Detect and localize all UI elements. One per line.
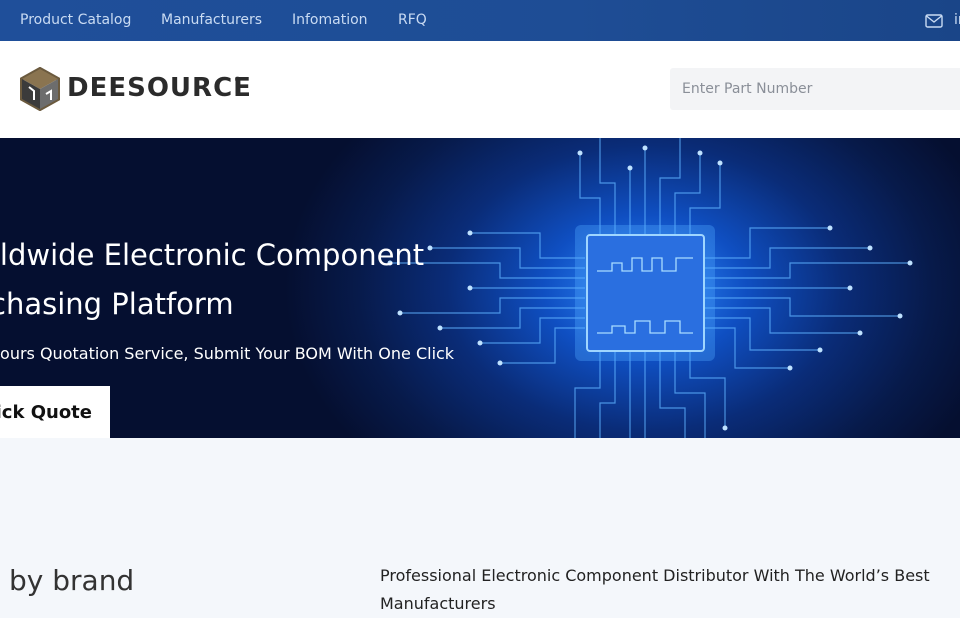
part-number-search-input[interactable] bbox=[670, 68, 960, 110]
nav-manufacturers[interactable]: Manufacturers bbox=[161, 12, 262, 28]
hero-subtitle: Hours Quotation Service, Submit Your BOM… bbox=[0, 344, 455, 363]
registered-mark: ® bbox=[234, 76, 241, 84]
distributor-description: Professional Electronic Component Distri… bbox=[380, 566, 930, 613]
hero-title-line-1: rldwide Electronic Component bbox=[0, 238, 425, 272]
top-nav-bar: Product Catalog Manufacturers Infomation… bbox=[0, 0, 960, 41]
quick-quote-button[interactable]: ick Quote bbox=[0, 386, 110, 438]
email-text: in bbox=[954, 12, 960, 28]
logo-cube-icon bbox=[20, 67, 60, 111]
nav-rfq[interactable]: RFQ bbox=[398, 12, 427, 28]
nav-information[interactable]: Infomation bbox=[292, 12, 368, 28]
hero-banner: rldwide Electronic Component chasing Pla… bbox=[0, 138, 960, 438]
hero-title-line-2: chasing Platform bbox=[0, 287, 234, 321]
mail-icon bbox=[925, 14, 943, 28]
site-header: DEESOURCE ® bbox=[0, 41, 960, 138]
nav-product-catalog[interactable]: Product Catalog bbox=[20, 12, 131, 28]
by-brand-heading: by brand bbox=[9, 564, 135, 597]
logo-wordmark: DEESOURCE bbox=[67, 73, 252, 103]
